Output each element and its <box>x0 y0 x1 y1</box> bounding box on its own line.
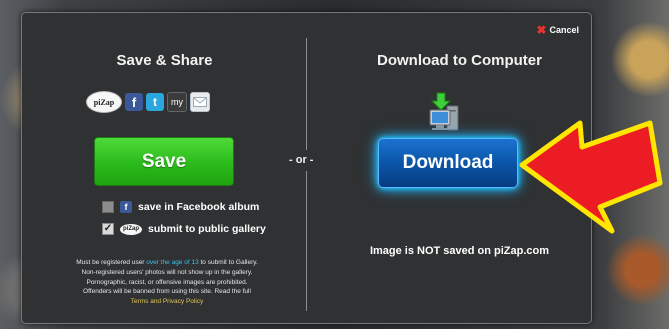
cancel-label: Cancel <box>549 25 579 35</box>
gallery-disclaimer: Must be registered user over the age of … <box>37 258 297 307</box>
cancel-button[interactable]: ✖ Cancel <box>536 22 579 37</box>
twitter-icon[interactable]: t <box>146 93 164 111</box>
computer-download-icon <box>429 92 459 131</box>
disclaimer-text: to submit to Gallery. <box>198 259 258 266</box>
terms-privacy-link[interactable]: Terms and Privacy Policy <box>131 298 204 305</box>
disclaimer-text: Must be registered user <box>76 259 147 266</box>
divider-top <box>306 38 307 150</box>
email-icon[interactable] <box>190 92 210 112</box>
disclaimer-text: Pornographic, racist, or offensive image… <box>86 278 248 286</box>
facebook-icon[interactable]: f <box>125 93 143 111</box>
divider-bottom <box>306 171 307 311</box>
public-gallery-option[interactable]: ✓ piZap submit to public gallery <box>102 223 266 235</box>
save-share-title: Save & Share <box>116 52 213 69</box>
save-button[interactable]: Save <box>94 137 234 186</box>
share-icons: piZap f t my <box>86 91 210 113</box>
save-dialog: ✖ Cancel Save & Share Download to Comput… <box>21 12 592 324</box>
disclaimer-text: Non-registered users' photos will not sh… <box>81 268 253 276</box>
disclaimer-text: Offenders will be banned from using this… <box>83 288 251 296</box>
or-separator: - or - <box>289 154 314 166</box>
envelope-icon <box>193 97 207 107</box>
myspace-icon[interactable]: my <box>167 92 187 112</box>
pizap-icon[interactable]: piZap <box>86 91 122 113</box>
facebook-album-checkbox[interactable] <box>102 201 114 213</box>
not-saved-notice: Image is NOT saved on piZap.com <box>369 245 550 257</box>
download-button[interactable]: Download <box>378 138 518 188</box>
download-title: Download to Computer <box>377 52 542 69</box>
pizap-icon: piZap <box>120 223 142 235</box>
close-icon: ✖ <box>536 22 547 37</box>
facebook-album-label: save in Facebook album <box>138 201 260 213</box>
age-requirement-link[interactable]: over the age of 13 <box>146 259 198 266</box>
facebook-icon: f <box>120 201 132 213</box>
public-gallery-checkbox[interactable]: ✓ <box>102 223 114 235</box>
red-arrow-icon <box>519 120 663 234</box>
public-gallery-label: submit to public gallery <box>148 223 266 235</box>
facebook-album-option[interactable]: f save in Facebook album <box>102 201 259 213</box>
